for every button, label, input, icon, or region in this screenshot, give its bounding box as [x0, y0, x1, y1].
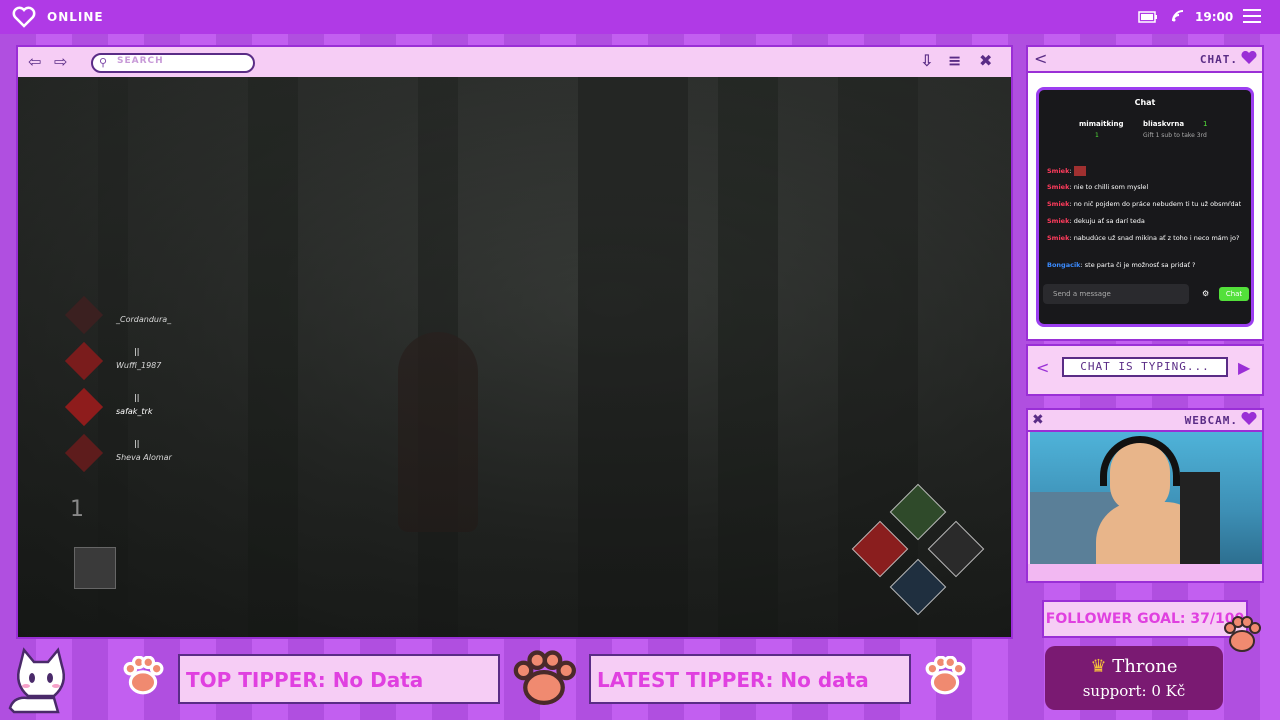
- battery-icon: [1138, 11, 1157, 23]
- survivor-status: _Cordandura_: [64, 295, 186, 335]
- throne-label: Throne: [1112, 656, 1178, 677]
- latest-tipper-box: LATEST TIPPER: No data: [589, 654, 911, 704]
- chat-username: Smiek: [1047, 167, 1070, 175]
- chat-username: Bongacik: [1047, 261, 1081, 269]
- chat-message: Smiek:: [1047, 166, 1086, 176]
- gift-leader-count: 1: [1095, 132, 1099, 139]
- hook-marks: ||: [134, 393, 140, 402]
- survivor-name: _Cordandura_: [116, 315, 172, 324]
- webcam-title: WEBCAM.: [1184, 414, 1238, 427]
- heart-icon: [12, 6, 36, 28]
- chat-input-placeholder: Send a message: [1053, 290, 1111, 298]
- survivor-portrait: [64, 341, 104, 381]
- search-icon: ⚲: [99, 56, 108, 69]
- next-arrow-icon[interactable]: ▶: [1238, 358, 1250, 377]
- chair: [1180, 472, 1220, 564]
- chat-window: Chat mimaitking 1 bliaskvrna 1 Gift 1 su…: [1036, 87, 1254, 327]
- paw-icon: [123, 656, 164, 695]
- chat-send-button[interactable]: Chat: [1219, 287, 1249, 301]
- survivor-name: Sheva Alomar: [116, 453, 172, 462]
- signal-icon: [1172, 10, 1184, 22]
- typing-indicator: CHAT IS TYPING...: [1062, 357, 1228, 377]
- gift-second-user: bliaskvrna: [1143, 120, 1185, 128]
- game-view: _Cordandura_ || Wuffi_1987 || safak_trk …: [18, 77, 1011, 637]
- chat-username: Smiek: [1047, 183, 1070, 191]
- chat-body: Chat mimaitking 1 bliaskvrna 1 Gift 1 su…: [1028, 73, 1262, 339]
- heart-icon: [1241, 412, 1257, 425]
- hook-marks: ||: [134, 439, 140, 448]
- browser-toolbar: ⇦ ⇨ ⚲ SEARCH ⇩ ≡ ✖: [18, 47, 1011, 77]
- hamburger-menu-icon[interactable]: [1243, 8, 1261, 24]
- webcam-panel: ✖ WEBCAM.: [1026, 408, 1264, 583]
- chat-message: Bongacik: ste parta či je možnosť sa pri…: [1047, 261, 1196, 269]
- survivor-status: || safak_trk: [64, 387, 186, 427]
- chat-message: Smiek: dekuju ať sa darí teda: [1047, 217, 1145, 225]
- prev-arrow-icon[interactable]: <: [1036, 358, 1049, 377]
- hook-marks: ||: [134, 347, 140, 356]
- chat-text: dekuju ať sa darí teda: [1073, 217, 1145, 225]
- forward-arrow-icon[interactable]: ⇨: [54, 54, 72, 70]
- chat-username: Smiek: [1047, 200, 1070, 208]
- back-arrow-icon[interactable]: ⇦: [28, 54, 46, 70]
- list-icon[interactable]: ≡: [948, 51, 961, 70]
- survivor-name: safak_trk: [116, 407, 153, 416]
- download-icon[interactable]: ⇩: [920, 51, 933, 70]
- chat-message: Smiek: nie to chilli som myslel: [1047, 183, 1149, 191]
- webcam-video: [1030, 432, 1262, 564]
- chat-emote: [1073, 166, 1086, 176]
- close-icon[interactable]: ✖: [1032, 412, 1044, 428]
- throne-amount: support: 0 Kč: [1082, 682, 1186, 700]
- survivor-portrait: [64, 433, 104, 473]
- survivor-portrait: [64, 295, 104, 335]
- paw-icon: [513, 650, 576, 706]
- chat-text: nie to chilli som myslel: [1073, 183, 1149, 191]
- back-icon[interactable]: <: [1034, 49, 1047, 68]
- chat-message: Smiek: no nič pojdem do práce nebudem ti…: [1047, 200, 1242, 208]
- cat-mascot-icon: [8, 647, 65, 714]
- follower-goal: FOLLOWER GOAL: 37/100: [1042, 600, 1248, 638]
- top-tipper-box: TOP TIPPER: No Data: [178, 654, 500, 704]
- game-window: ⇦ ⇨ ⚲ SEARCH ⇩ ≡ ✖ _Cordandura_ || Wuffi…: [16, 45, 1013, 639]
- status-label: ONLINE: [47, 10, 104, 24]
- close-icon[interactable]: ✖: [979, 51, 992, 70]
- gift-leader-user: mimaitking: [1079, 120, 1124, 128]
- crown-icon: ♛: [1090, 656, 1107, 677]
- survivor-status: || Wuffi_1987: [64, 341, 186, 381]
- heart-icon: [1241, 51, 1257, 64]
- chat-username: Smiek: [1047, 234, 1070, 242]
- chat-text: nabudúce už snad mikina ať z toho i neco…: [1073, 234, 1240, 242]
- throne-support-box[interactable]: ♛ Throne support: 0 Kč: [1045, 646, 1223, 710]
- throne-title: ♛ Throne: [1045, 656, 1223, 677]
- settings-icon[interactable]: ⚙: [1202, 289, 1209, 298]
- chat-username: Smiek: [1047, 217, 1070, 225]
- webcam-footer: [1028, 564, 1262, 581]
- toolbox-icon: [74, 547, 116, 589]
- survivor-portrait: [64, 387, 104, 427]
- top-tipper-label: TOP TIPPER: No Data: [186, 668, 424, 692]
- chat-typing-bar: < CHAT IS TYPING... ▶: [1026, 344, 1264, 396]
- chat-text: no nič pojdem do práce nebudem ti tu už …: [1073, 200, 1242, 208]
- search-placeholder: SEARCH: [117, 56, 164, 66]
- chat-window-title: Chat: [1134, 98, 1156, 107]
- top-bar: ONLINE 19:00: [0, 0, 1280, 34]
- chat-panel-title: CHAT.: [1199, 53, 1238, 66]
- survivor-status: || Sheva Alomar: [64, 433, 186, 473]
- paw-icon: [1224, 616, 1261, 652]
- item-count: 1: [70, 497, 84, 522]
- gift-second-count: 1: [1203, 120, 1208, 128]
- chat-panel: < CHAT. Chat mimaitking 1 bliaskvrna 1 G…: [1026, 45, 1264, 341]
- gift-note: Gift 1 sub to take 3rd: [1143, 132, 1207, 139]
- search-input[interactable]: ⚲ SEARCH: [91, 53, 255, 73]
- clock: 19:00: [1195, 10, 1234, 24]
- chat-message: Smiek: nabudúce už snad mikina ať z toho…: [1047, 234, 1240, 242]
- chat-message-input[interactable]: Send a message: [1043, 284, 1189, 304]
- paw-icon: [925, 656, 966, 695]
- survivor-name: Wuffi_1987: [116, 361, 162, 370]
- chat-panel-header: < CHAT.: [1028, 47, 1262, 73]
- latest-tipper-label: LATEST TIPPER: No data: [597, 668, 869, 692]
- webcam-header: ✖ WEBCAM.: [1028, 410, 1262, 432]
- chat-text: ste parta či je možnosť sa pridať ?: [1084, 261, 1196, 269]
- headphones: [1100, 436, 1180, 486]
